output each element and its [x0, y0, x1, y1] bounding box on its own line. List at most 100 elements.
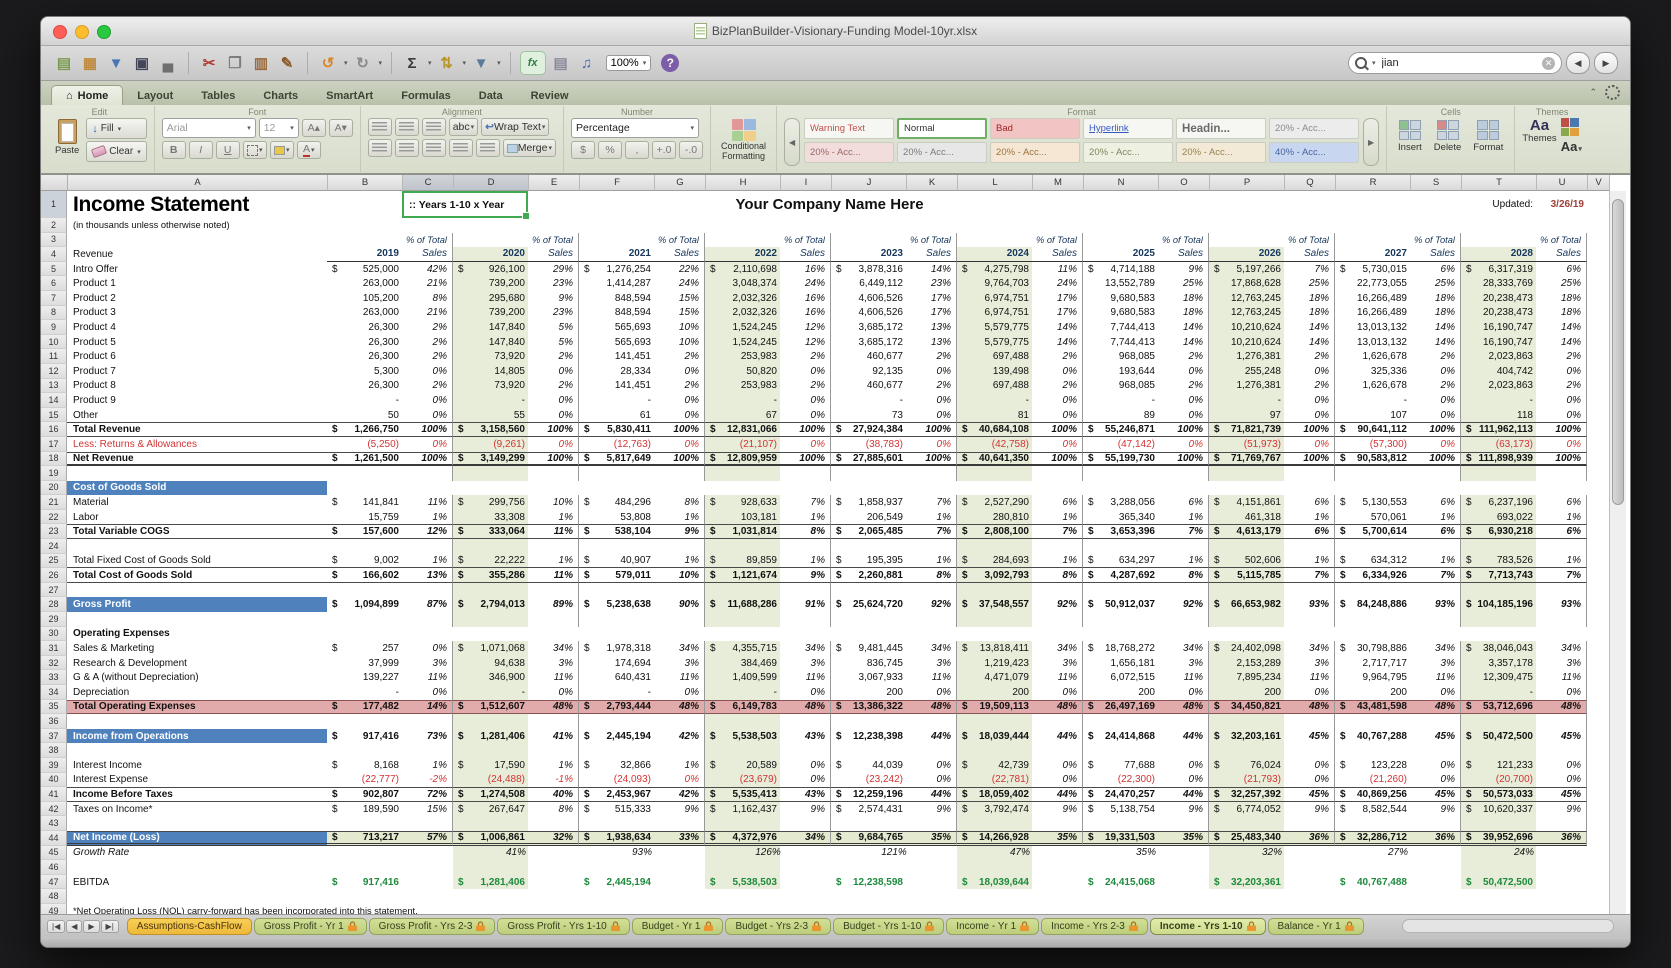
- cell-U10[interactable]: 14%: [1536, 335, 1587, 350]
- cell-J29[interactable]: [831, 612, 906, 627]
- cell-K13[interactable]: 2%: [906, 379, 957, 394]
- cell-T43[interactable]: [1461, 816, 1536, 831]
- cell-K11[interactable]: 2%: [906, 349, 957, 364]
- cell-C28[interactable]: 87%: [402, 597, 453, 612]
- horizontal-scrollbar[interactable]: [1402, 919, 1614, 933]
- cell-K7[interactable]: 17%: [906, 291, 957, 306]
- cell-F44[interactable]: $1,938,634: [579, 831, 654, 846]
- cell-I36[interactable]: [780, 714, 831, 729]
- cell-J31[interactable]: $9,481,445: [831, 641, 906, 656]
- cell-N27[interactable]: [1083, 583, 1158, 598]
- ebitda-2027[interactable]: $40,767,488: [1335, 875, 1410, 890]
- cell-D8[interactable]: 739,200: [453, 306, 528, 321]
- cell-E38[interactable]: [528, 743, 579, 758]
- sheet-tab-balance-yr-1[interactable]: Balance - Yr 1: [1268, 918, 1364, 935]
- sheet-tab-income-yrs-2-3[interactable]: Income - Yrs 2-3: [1041, 918, 1148, 935]
- cell-P10[interactable]: 10,210,624: [1209, 335, 1284, 350]
- column-header-B[interactable]: B: [328, 175, 403, 191]
- cell-T8[interactable]: 20,238,473: [1461, 306, 1536, 321]
- cell-U47[interactable]: [1536, 875, 1587, 890]
- increase-decimal-button[interactable]: +.0: [652, 141, 676, 159]
- cell-F22[interactable]: 53,808: [579, 510, 654, 525]
- cell-B27[interactable]: [327, 583, 402, 598]
- font-color-button[interactable]: A▾: [297, 141, 321, 159]
- cell-F34[interactable]: -: [579, 685, 654, 700]
- cell-D32[interactable]: 94,638: [453, 656, 528, 671]
- cell-Q16[interactable]: 100%: [1284, 422, 1335, 437]
- theme-colors-icon[interactable]: [1561, 118, 1579, 136]
- theme-fonts-button[interactable]: Aa▾: [1561, 139, 1582, 154]
- cell-Q24[interactable]: [1284, 539, 1335, 554]
- cell-O31[interactable]: 34%: [1158, 641, 1209, 656]
- cell-H16[interactable]: $12,831,066: [705, 422, 780, 437]
- cell-J43[interactable]: [831, 816, 906, 831]
- cell-Q27[interactable]: [1284, 583, 1335, 598]
- cell-P8[interactable]: 12,763,245: [1209, 306, 1284, 321]
- column-header-P[interactable]: P: [1210, 175, 1285, 191]
- cell-B6[interactable]: 263,000: [327, 276, 402, 291]
- cell-M25[interactable]: 1%: [1032, 554, 1083, 569]
- cell-N26[interactable]: $4,287,692: [1083, 568, 1158, 583]
- cell-Q46[interactable]: [1284, 860, 1335, 875]
- cell-F16[interactable]: $5,830,411: [579, 422, 654, 437]
- cell-O38[interactable]: [1158, 743, 1209, 758]
- cell-J11[interactable]: 460,677: [831, 349, 906, 364]
- cell-L21[interactable]: $2,527,290: [957, 495, 1032, 510]
- cell-G41[interactable]: 42%: [654, 787, 705, 802]
- year-header-2024[interactable]: 2024: [957, 247, 1032, 262]
- cell-I21[interactable]: 7%: [780, 495, 831, 510]
- cell-H15[interactable]: 67: [705, 408, 780, 423]
- cell-F12[interactable]: 28,334: [579, 364, 654, 379]
- cell-L28[interactable]: $37,548,557: [957, 597, 1032, 612]
- cell-C25[interactable]: 1%: [402, 554, 453, 569]
- cell-C35[interactable]: 14%: [402, 700, 453, 715]
- cell-F9[interactable]: 565,693: [579, 320, 654, 335]
- cell-S24[interactable]: [1410, 539, 1461, 554]
- cell-J36[interactable]: [831, 714, 906, 729]
- cell-T40[interactable]: (20,700): [1461, 773, 1536, 788]
- cell-T39[interactable]: $121,233: [1461, 758, 1536, 773]
- ebitda-2021[interactable]: $2,445,194: [579, 875, 654, 890]
- cell-K41[interactable]: 44%: [906, 787, 957, 802]
- shrink-font-button[interactable]: A▾: [329, 119, 353, 137]
- cell-Q28[interactable]: 93%: [1284, 597, 1335, 612]
- column-header-M[interactable]: M: [1033, 175, 1084, 191]
- percent-format-button[interactable]: %: [598, 141, 622, 159]
- cell-Q8[interactable]: 18%: [1284, 306, 1335, 321]
- themes-button[interactable]: Aa Themes: [1522, 118, 1556, 144]
- cell-R8[interactable]: 16,266,489: [1335, 306, 1410, 321]
- cell-I12[interactable]: 0%: [780, 364, 831, 379]
- row-header-44[interactable]: 44: [41, 831, 67, 846]
- cell-R37[interactable]: $40,767,288: [1335, 729, 1410, 744]
- label-r21[interactable]: Material: [67, 495, 327, 510]
- cell-H11[interactable]: 253,983: [705, 349, 780, 364]
- cell-K37[interactable]: 44%: [906, 729, 957, 744]
- cell-D42[interactable]: $267,647: [453, 802, 528, 817]
- cell-S36[interactable]: [1410, 714, 1461, 729]
- cell-B24[interactable]: [327, 539, 402, 554]
- dropdown-caret-icon[interactable]: ▾: [428, 59, 432, 67]
- row-header-30[interactable]: 30: [41, 627, 67, 642]
- italic-button[interactable]: I: [189, 141, 213, 159]
- number-format-select[interactable]: Percentage▾: [571, 118, 699, 138]
- cell-N43[interactable]: [1083, 816, 1158, 831]
- cell-O9[interactable]: 14%: [1158, 320, 1209, 335]
- row-header-41[interactable]: 41: [41, 787, 67, 802]
- cell-T46[interactable]: [1461, 860, 1536, 875]
- cell-L38[interactable]: [957, 743, 1032, 758]
- row-header-21[interactable]: 21: [41, 495, 67, 510]
- cell-S41[interactable]: 45%: [1410, 787, 1461, 802]
- cell-P12[interactable]: 255,248: [1209, 364, 1284, 379]
- label-r22[interactable]: Labor: [67, 510, 327, 525]
- cell-I32[interactable]: 3%: [780, 656, 831, 671]
- insert-cells-button[interactable]: Insert: [1394, 118, 1426, 155]
- cell-N29[interactable]: [1083, 612, 1158, 627]
- style-chip-6[interactable]: 20% - Acc...: [804, 142, 894, 163]
- cell-T44[interactable]: $39,952,696: [1461, 831, 1536, 846]
- cell-U34[interactable]: 0%: [1536, 685, 1587, 700]
- tab-formulas[interactable]: Formulas: [387, 86, 465, 105]
- cell-C22[interactable]: 1%: [402, 510, 453, 525]
- row-header-12[interactable]: 12: [41, 364, 67, 379]
- cell-U14[interactable]: 0%: [1536, 393, 1587, 408]
- year-header-2023[interactable]: 2023: [831, 247, 906, 262]
